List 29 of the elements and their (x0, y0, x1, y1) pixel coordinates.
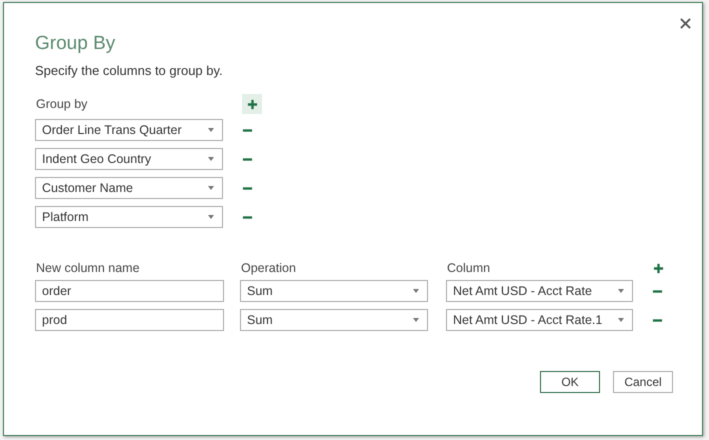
dropdown[interactable]: Indent Geo Country (35, 148, 223, 170)
caret-icon (208, 157, 214, 161)
column-name-field[interactable]: prod (35, 309, 224, 331)
caret-icon (208, 186, 214, 190)
dropdown[interactable]: Platform (35, 206, 223, 228)
dropdown[interactable]: Net Amt USD - Acct Rate (446, 280, 633, 302)
column-name-field[interactable]: order (35, 280, 224, 302)
ok-button[interactable]: OK (540, 371, 600, 393)
cancel-button[interactable]: Cancel (613, 371, 673, 393)
caret-icon (413, 318, 419, 322)
column-label: Operation (241, 261, 297, 275)
dialog-title: Group By (35, 33, 116, 56)
caret-icon (618, 318, 624, 322)
dropdown[interactable]: Order Line Trans Quarter (35, 119, 223, 141)
dialog-subtitle: Specify the columns to group by. (35, 63, 224, 78)
plus-icon[interactable] (652, 262, 664, 274)
dropdown[interactable]: Sum (240, 309, 428, 331)
dropdown[interactable]: Net Amt USD - Acct Rate.1 (446, 309, 633, 331)
close-icon[interactable] (680, 18, 691, 29)
caret-icon (208, 215, 214, 219)
caret-icon (208, 128, 214, 132)
dropdown[interactable]: Customer Name (35, 177, 223, 199)
column-label: New column name (35, 261, 141, 275)
plus-icon[interactable] (246, 98, 258, 110)
dropdown[interactable]: Sum (240, 280, 428, 302)
group-by-label: Group by (35, 97, 88, 111)
caret-icon (618, 289, 624, 293)
column-label: Column (447, 261, 492, 275)
caret-icon (413, 289, 419, 293)
